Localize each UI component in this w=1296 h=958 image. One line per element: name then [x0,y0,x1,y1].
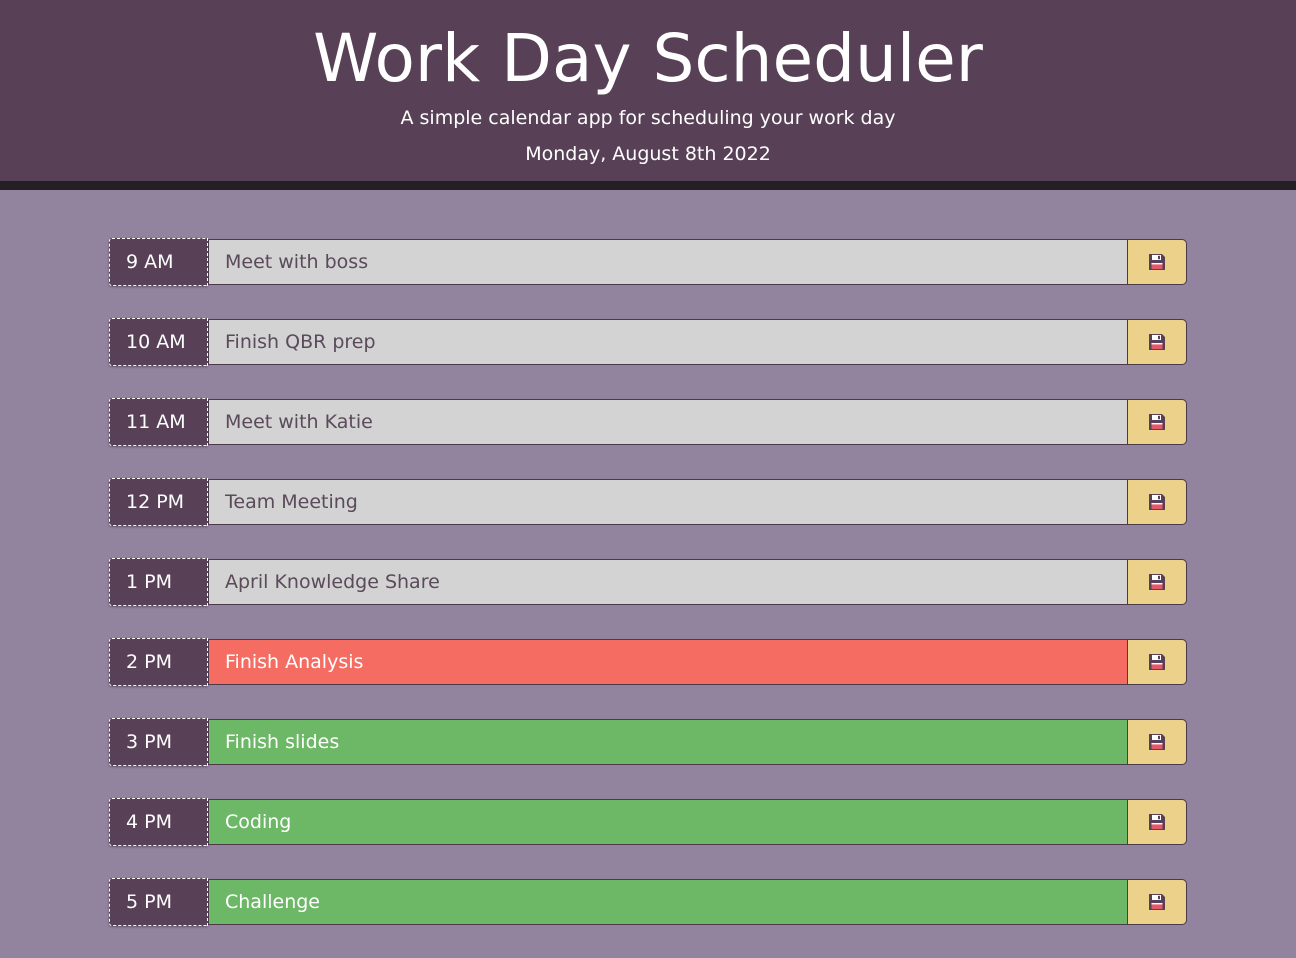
floppy-disk-icon [1147,812,1167,832]
hour-label: 4 PM [109,798,208,846]
save-button[interactable] [1127,239,1187,285]
save-button[interactable] [1127,639,1187,685]
event-input[interactable] [208,799,1127,845]
time-block-row: 4 PM [109,798,1187,846]
hour-label: 3 PM [109,718,208,766]
event-input[interactable] [208,559,1127,605]
hour-label: 12 PM [109,478,208,526]
save-button[interactable] [1127,559,1187,605]
floppy-disk-icon [1147,492,1167,512]
event-input[interactable] [208,239,1127,285]
save-button[interactable] [1127,719,1187,765]
save-button[interactable] [1127,319,1187,365]
floppy-disk-icon [1147,412,1167,432]
event-input[interactable] [208,399,1127,445]
hour-label: 1 PM [109,558,208,606]
hour-label: 11 AM [109,398,208,446]
time-block-row: 11 AM [109,398,1187,446]
hour-label: 5 PM [109,878,208,926]
page-subtitle: A simple calendar app for scheduling you… [400,107,896,129]
event-input[interactable] [208,879,1127,925]
save-button[interactable] [1127,479,1187,525]
save-button[interactable] [1127,399,1187,445]
time-block-row: 12 PM [109,478,1187,526]
floppy-disk-icon [1147,732,1167,752]
floppy-disk-icon [1147,252,1167,272]
time-block-row: 3 PM [109,718,1187,766]
save-button[interactable] [1127,879,1187,925]
time-block-row: 1 PM [109,558,1187,606]
current-date: Monday, August 8th 2022 [525,143,771,165]
event-input[interactable] [208,319,1127,365]
hour-label: 10 AM [109,318,208,366]
time-block-row: 2 PM [109,638,1187,686]
event-input[interactable] [208,719,1127,765]
time-block-row: 10 AM [109,318,1187,366]
page-title: Work Day Scheduler [313,20,983,97]
time-block-row: 9 AM [109,238,1187,286]
floppy-disk-icon [1147,572,1167,592]
hour-label: 9 AM [109,238,208,286]
hour-label: 2 PM [109,638,208,686]
time-block-list: 9 AM 10 AM 11 AM 12 PM 1 PM 2 PM 3 PM 4 PM 5 PM [109,238,1187,958]
time-block-row: 5 PM [109,878,1187,926]
event-input[interactable] [208,639,1127,685]
floppy-disk-icon [1147,332,1167,352]
event-input[interactable] [208,479,1127,525]
floppy-disk-icon [1147,892,1167,912]
page-header: Work Day Scheduler A simple calendar app… [0,0,1296,190]
save-button[interactable] [1127,799,1187,845]
floppy-disk-icon [1147,652,1167,672]
